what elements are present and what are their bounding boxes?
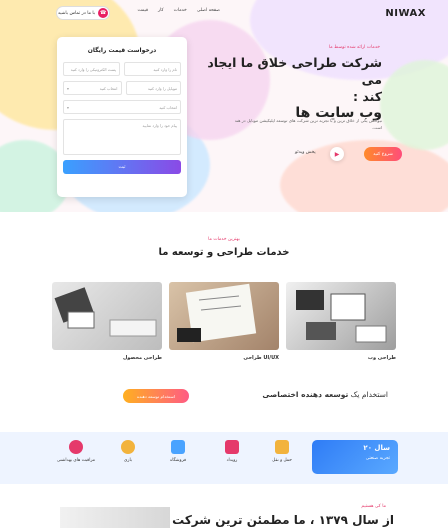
hero-title-line1: شرکت طراحی خلاق ما ایجاد می <box>207 55 382 87</box>
hero-eyebrow: خدمات ارائه شده توسط ما <box>328 45 380 50</box>
budget-select[interactable]: ▾ انتخاب کنید <box>63 100 181 114</box>
contact-label: با ما در تماس باشید <box>57 10 96 16</box>
industry-label: حمل و نقل <box>272 458 292 463</box>
uiux-design-image <box>169 282 279 350</box>
industry-events: رویداد <box>212 440 252 463</box>
site-logo[interactable]: NIWAX <box>385 8 426 19</box>
submit-button[interactable]: ثبت <box>63 160 181 174</box>
service-card-web[interactable]: طراحی وب <box>286 282 396 364</box>
email-field[interactable]: پست الکترونیکی را وارد کنید <box>63 62 120 76</box>
nav-links: صفحه اصلی خدمات کار قیمت <box>137 8 220 13</box>
hero-title-line2: کند : <box>353 89 382 104</box>
get-started-button[interactable]: شروع کنید <box>364 147 402 161</box>
product-design-image <box>52 282 162 350</box>
industry-shop: فروشگاه <box>158 440 198 463</box>
experience-label: تجربه صنعتی <box>365 456 390 461</box>
service-card-label: طراحی وب <box>367 355 396 361</box>
services-title: خدمات طراحی و توسعه ما <box>158 247 290 258</box>
industry-games: بازی <box>108 440 148 463</box>
chevron-down-icon: ▾ <box>67 104 69 110</box>
experience-number: ۲۰ سال <box>363 444 390 452</box>
hire-prefix: استخدام یک <box>350 390 388 399</box>
about-eyebrow: ما کی هستیم <box>361 504 386 509</box>
hero-description: نیواکس یکی از خلاق ترین و با تجربه ترین … <box>234 118 382 130</box>
service-card-product[interactable]: طراحی محصول <box>52 282 162 364</box>
service-select-label: انتخاب کنید <box>99 85 118 91</box>
nav-link-home[interactable]: صفحه اصلی <box>197 8 220 13</box>
service-cards: طراحی وب طراحی UI/UX طراحی محصول <box>52 282 396 364</box>
phone-icon: ☎ <box>98 8 109 18</box>
nav-link-work[interactable]: کار <box>158 8 164 13</box>
heart-care-icon <box>69 440 83 454</box>
services-eyebrow: بهترین خدمات ما <box>208 237 240 242</box>
phone-field[interactable]: موبایل را وارد کنید <box>125 81 181 95</box>
quote-form: درخواست قیمت رایگان پست الکترونیکی را وا… <box>57 37 187 197</box>
experience-card: ۲۰ سال تجربه صنعتی <box>312 440 398 474</box>
nav-link-pricing[interactable]: قیمت <box>137 8 148 13</box>
industry-label: بازی <box>124 458 132 463</box>
message-field[interactable]: پیام خود را وارد نمایید <box>63 119 181 155</box>
top-nav: NIWAX صفحه اصلی خدمات کار قیمت با ما در … <box>0 6 448 22</box>
hire-button-label: استخدام توسعه دهنده <box>136 393 176 399</box>
industries-strip: ۲۰ سال تجربه صنعتی حمل و نقل رویداد فروش… <box>0 432 448 484</box>
submit-label: ثبت <box>118 164 126 170</box>
hire-developer-button[interactable]: استخدام توسعه دهنده <box>123 389 189 403</box>
get-started-label: شروع کنید <box>373 151 393 157</box>
play-video-button[interactable]: ▶ <box>330 147 344 161</box>
shop-icon <box>171 440 185 454</box>
calendar-icon <box>225 440 239 454</box>
product-design-illustration <box>54 287 157 337</box>
chevron-down-icon: ▾ <box>67 85 69 91</box>
service-select[interactable]: ▾ انتخاب کنید <box>63 81 122 95</box>
about-image <box>60 507 170 528</box>
contact-button[interactable]: با ما در تماس باشید ☎ <box>56 6 110 20</box>
industry-healthcare: مراقبت های بهداشتی <box>56 440 96 463</box>
service-card-label: طراحی محصول <box>122 355 162 361</box>
budget-select-label: انتخاب کنید <box>159 104 177 110</box>
service-card-label: طراحی UI/UX <box>243 355 279 361</box>
truck-icon <box>275 440 289 454</box>
hire-bold: توسعه دهنده اختصاصی <box>262 390 349 399</box>
play-video-label[interactable]: پخش ویدئو <box>295 150 316 155</box>
hero-title: شرکت طراحی خلاق ما ایجاد می کند : وب سای… <box>192 54 382 122</box>
industry-label: مراقبت های بهداشتی <box>56 458 96 463</box>
web-design-illustration <box>296 290 387 343</box>
uiux-design-illustration <box>177 283 257 343</box>
hero-section: NIWAX صفحه اصلی خدمات کار قیمت با ما در … <box>0 0 448 212</box>
web-design-image <box>286 282 396 350</box>
about-title: از سال ۱۳۷۹ ، ما مطمئن ترین شرکت <box>172 513 394 527</box>
quote-form-title: درخواست قیمت رایگان <box>87 47 157 54</box>
hire-developer-text: استخدام یک توسعه دهنده اختصاصی <box>262 390 388 399</box>
name-field[interactable]: نام را وارد کنید <box>124 62 181 76</box>
industry-label: فروشگاه <box>169 458 187 463</box>
service-card-uiux[interactable]: طراحی UI/UX <box>169 282 279 364</box>
nav-link-services[interactable]: خدمات <box>174 8 187 13</box>
play-icon: ▶ <box>334 150 340 158</box>
gamepad-icon <box>121 440 135 454</box>
industry-label: رویداد <box>226 458 238 463</box>
industry-transport: حمل و نقل <box>262 440 302 463</box>
